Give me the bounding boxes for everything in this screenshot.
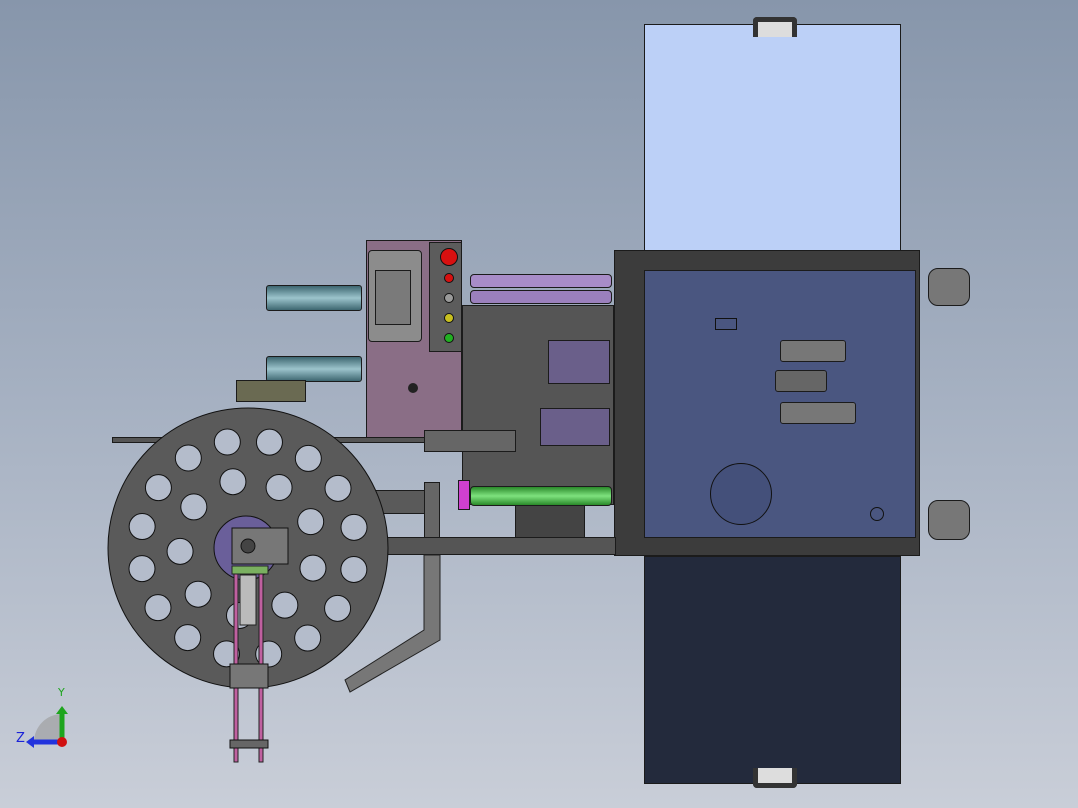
triad-y-label: Y bbox=[58, 686, 65, 699]
wheel-hole bbox=[294, 444, 322, 472]
wheel-hole bbox=[271, 591, 299, 619]
wheel-hole bbox=[128, 555, 156, 583]
wheel-hole bbox=[213, 428, 241, 456]
wheel-hole bbox=[219, 468, 247, 496]
wheel-hole bbox=[144, 594, 172, 622]
gearbox bbox=[231, 527, 289, 565]
wheel-hole bbox=[166, 537, 194, 565]
wheel-hole bbox=[184, 580, 212, 608]
wheel-hole bbox=[340, 513, 368, 541]
wheel-hole bbox=[299, 554, 327, 582]
slot-plate bbox=[239, 574, 257, 626]
gearbox-shaft bbox=[240, 538, 256, 554]
wheel-hole bbox=[174, 624, 202, 652]
wheel-hole bbox=[174, 444, 202, 472]
wheel-hole bbox=[265, 474, 293, 502]
wheel-hole bbox=[128, 513, 156, 541]
wheel-hole bbox=[297, 508, 325, 536]
wheel-hole bbox=[144, 474, 172, 502]
triad-z-label: Z bbox=[16, 731, 25, 746]
wheel-hole bbox=[255, 428, 283, 456]
wheel-hole bbox=[180, 493, 208, 521]
lower-clamp bbox=[229, 739, 269, 749]
lower-clamp bbox=[229, 663, 269, 689]
green-bracket bbox=[231, 565, 269, 575]
wheel-hole bbox=[294, 624, 322, 652]
drawing-layer bbox=[107, 407, 441, 763]
wheel-hole bbox=[324, 474, 352, 502]
wheel-hole bbox=[324, 594, 352, 622]
wheel-hole bbox=[340, 555, 368, 583]
cad-viewport[interactable]: Y Z bbox=[0, 0, 1078, 808]
